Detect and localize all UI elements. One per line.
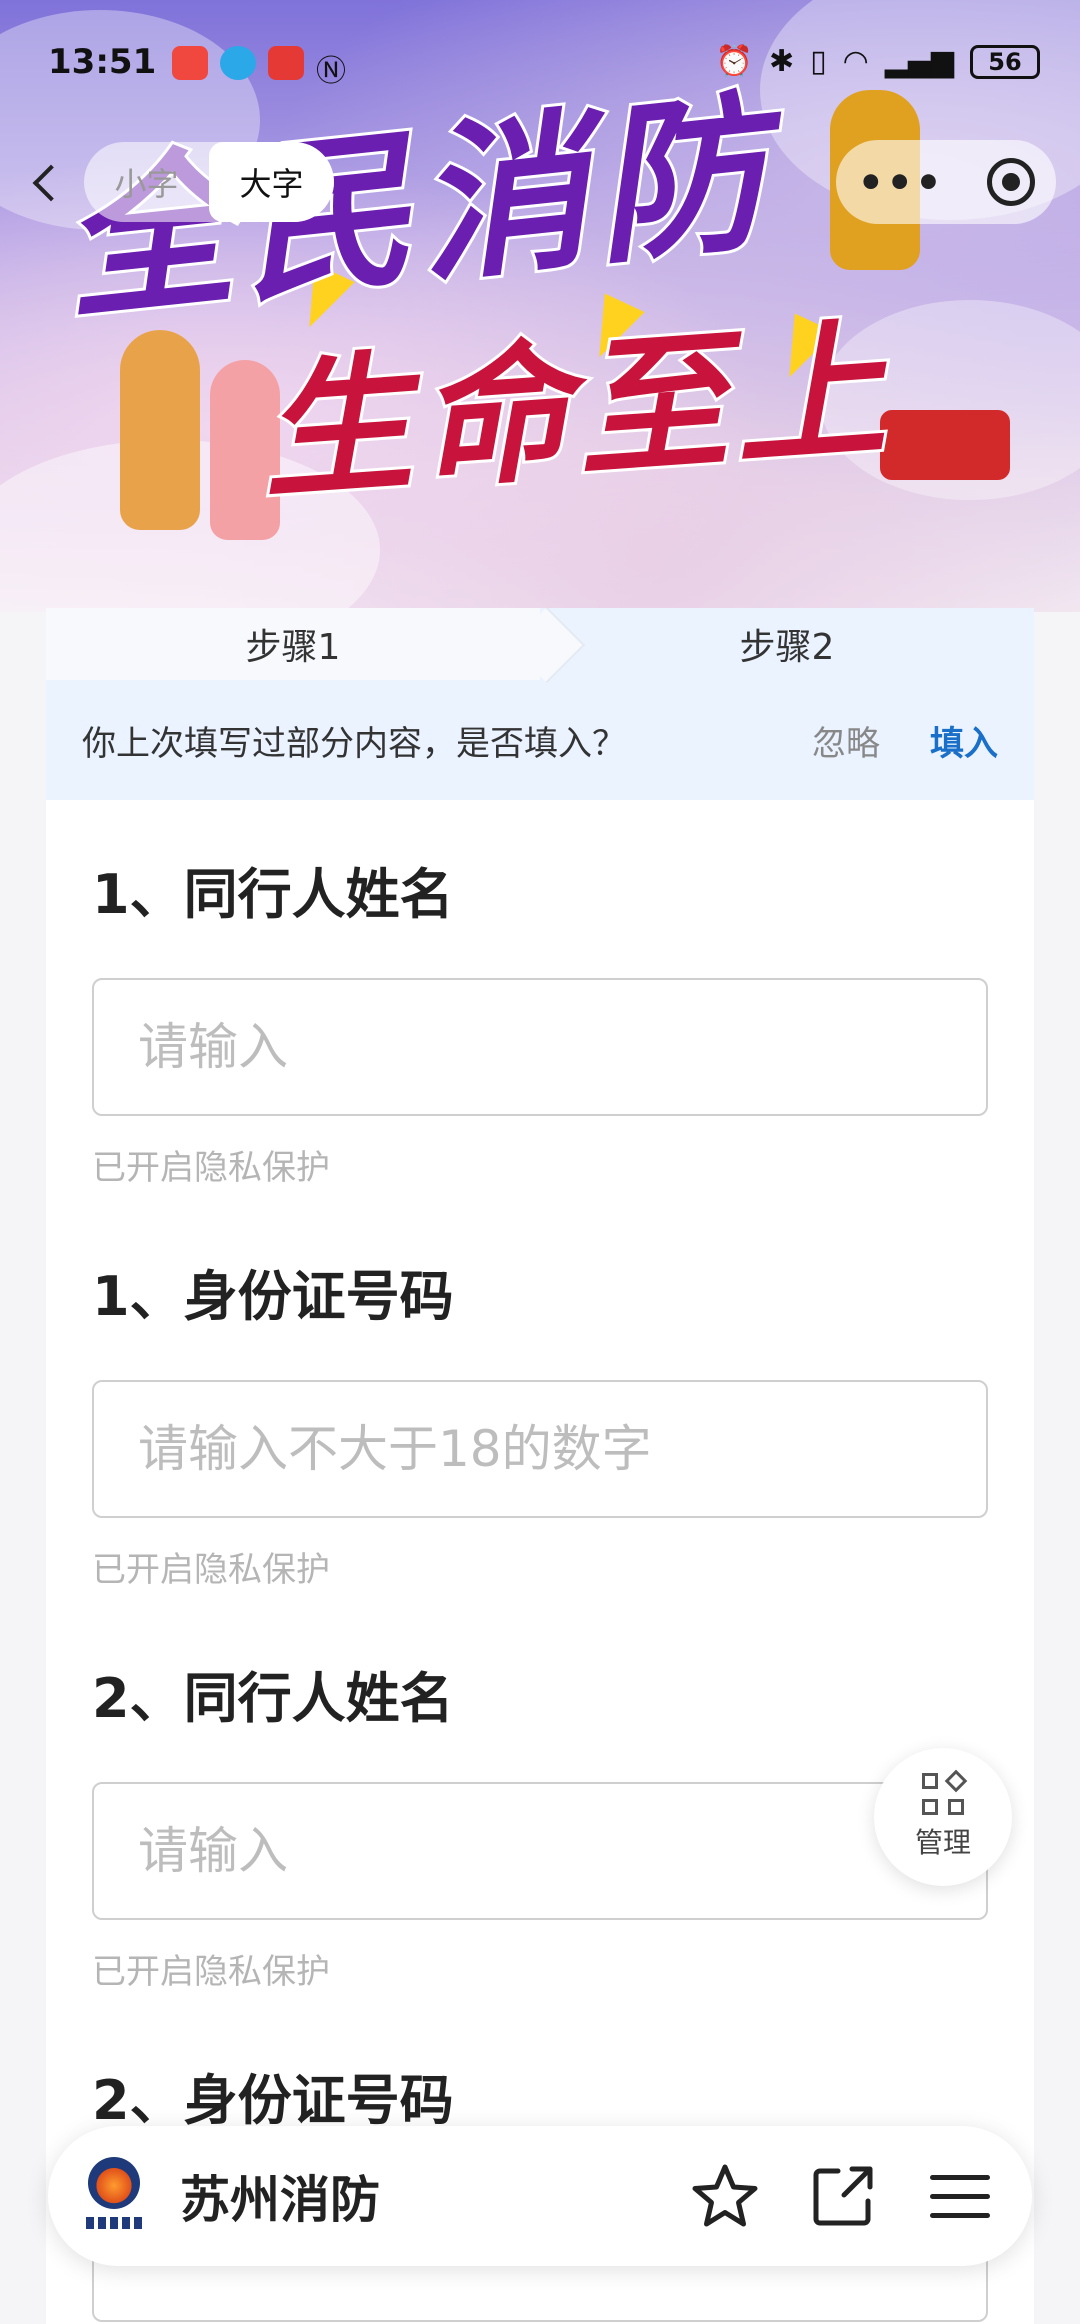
- app-notification-icon: [268, 46, 304, 80]
- back-icon[interactable]: [28, 160, 68, 210]
- privacy-note: 已开启隐私保护: [92, 1550, 330, 1590]
- vibrate-icon: ▯: [810, 44, 827, 79]
- banner-title-line2: 生命至上: [253, 298, 902, 524]
- nfc-icon: Ⓝ: [316, 54, 346, 89]
- suzhou-fire-logo[interactable]: [82, 2153, 146, 2239]
- wifi-icon: ◠: [842, 44, 869, 79]
- privacy-note: 已开启隐私保护: [92, 1952, 330, 1992]
- share-icon[interactable]: [808, 2161, 878, 2231]
- font-size-toggle[interactable]: 小字 大字: [84, 142, 334, 222]
- step-2: 步骤2: [739, 627, 835, 668]
- alarm-icon: ⏰: [715, 44, 753, 79]
- step-indicator: 步骤1 步骤2: [46, 608, 1034, 680]
- status-bar: 13:51 Ⓝ ⏰ ✱ ▯ ◠ ▂▄▆ 56: [0, 38, 1080, 90]
- step-1: 步骤1: [46, 608, 540, 680]
- more-icon[interactable]: •••: [857, 158, 944, 207]
- large-text-option[interactable]: 大字: [209, 142, 334, 222]
- restore-draft-prompt: 你上次填写过部分内容，是否填入？ 忽略 填入: [46, 680, 1034, 800]
- fire-truck: [880, 410, 1010, 480]
- privacy-note: 已开启隐私保护: [92, 1148, 330, 1188]
- event-banner: 全民消防 生命至上: [0, 0, 1080, 612]
- status-time: 13:51: [48, 42, 157, 82]
- manage-button[interactable]: 管理: [874, 1748, 1012, 1886]
- app-notification-icon: [172, 46, 208, 80]
- system-icons: ⏰ ✱ ▯ ◠ ▂▄▆ 56: [716, 44, 1040, 79]
- prompt-message: 你上次填写过部分内容，是否填入？: [82, 723, 626, 764]
- question-block: 1、身份证号码 已开启隐私保护: [92, 1262, 988, 1591]
- notification-icons: Ⓝ: [172, 46, 346, 90]
- battery-indicator: 56: [970, 44, 1040, 79]
- question-title: 1、身份证号码: [92, 1265, 454, 1328]
- app-name[interactable]: 苏州消防: [180, 2160, 642, 2232]
- miniapp-capsule: •••: [836, 140, 1056, 224]
- target-icon[interactable]: [986, 158, 1035, 206]
- chevron-right-icon: [540, 608, 576, 680]
- manage-icon: [922, 1769, 968, 1815]
- question-block: 1、同行人姓名 已开启隐私保护: [92, 860, 988, 1189]
- child-figure-left: [120, 330, 200, 530]
- app-notification-icon: [220, 46, 256, 80]
- question-title: 1、同行人姓名: [92, 863, 454, 926]
- small-text-option[interactable]: 小字: [84, 142, 209, 222]
- manage-label: 管理: [914, 1826, 971, 1859]
- bluetooth-icon: ✱: [768, 44, 795, 79]
- star-icon[interactable]: [690, 2161, 760, 2231]
- form-card: 步骤1 步骤2 你上次填写过部分内容，是否填入？ 忽略 填入 1、同行人姓名 已…: [46, 608, 1034, 2324]
- id-number-input-1[interactable]: [92, 1380, 988, 1518]
- bottom-bar: 苏州消防: [48, 2126, 1032, 2266]
- question-block: 2、同行人姓名 已开启隐私保护: [92, 1664, 988, 1993]
- ignore-button[interactable]: 忽略: [812, 716, 880, 765]
- menu-icon[interactable]: [926, 2161, 996, 2231]
- signal-icon: ▂▄▆: [884, 44, 954, 79]
- companion-name-input-1[interactable]: [92, 978, 988, 1116]
- companion-name-input-2[interactable]: [92, 1782, 988, 1920]
- question-title: 2、同行人姓名: [92, 1667, 454, 1730]
- fill-button[interactable]: 填入: [930, 716, 998, 765]
